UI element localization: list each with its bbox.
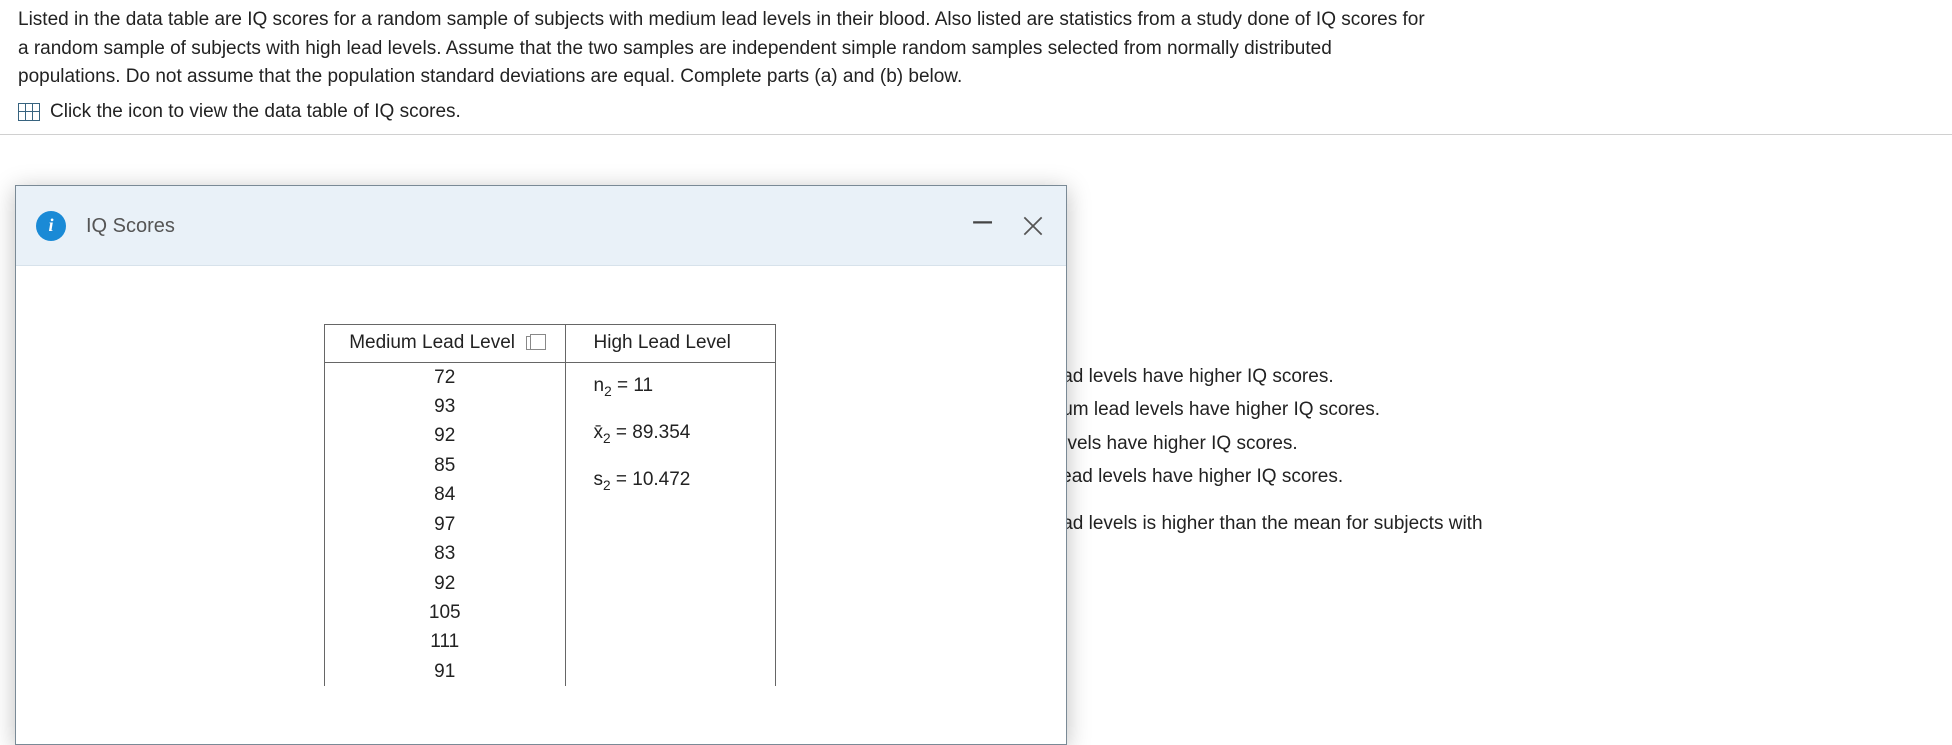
copy-icon[interactable] xyxy=(526,336,540,350)
table-icon[interactable] xyxy=(18,103,40,121)
medium-value: 105 xyxy=(347,598,543,627)
medium-value: 92 xyxy=(347,421,543,450)
medium-value: 72 xyxy=(347,363,543,392)
close-icon xyxy=(1020,213,1046,239)
medium-value: 85 xyxy=(347,451,543,480)
iq-scores-dialog: i IQ Scores – Medium Lead Level xyxy=(15,185,1067,745)
medium-value: 91 xyxy=(347,657,543,686)
col-header-high: High Lead Level xyxy=(565,325,775,362)
stat-n2: n2 = 11 xyxy=(594,363,754,410)
info-icon: i xyxy=(36,211,66,241)
intro-line-2: a random sample of subjects with high le… xyxy=(18,35,1934,64)
section-divider xyxy=(0,134,1952,135)
intro-line-3: populations. Do not assume that the popu… xyxy=(18,63,1934,92)
data-table-link-text[interactable]: Click the icon to view the data table of… xyxy=(50,98,461,127)
stat-s2: s2 = 10.472 xyxy=(594,457,754,504)
medium-values-cell: 72 93 92 85 84 97 83 92 105 111 91 xyxy=(325,362,565,686)
dialog-controls: – xyxy=(973,213,1046,239)
dialog-header: i IQ Scores – xyxy=(16,186,1066,266)
data-table-link-row[interactable]: Click the icon to view the data table of… xyxy=(0,96,1952,135)
medium-value: 111 xyxy=(347,627,543,656)
stat-xbar2: x̄2 = 89.354 xyxy=(594,410,754,457)
problem-statement: Listed in the data table are IQ scores f… xyxy=(0,0,1952,96)
medium-value: 93 xyxy=(347,392,543,421)
dialog-title: IQ Scores xyxy=(86,211,973,241)
medium-value: 92 xyxy=(347,569,543,598)
high-stats-cell: n2 = 11 x̄2 = 89.354 s2 = 10.472 xyxy=(565,362,775,686)
intro-line-1: Listed in the data table are IQ scores f… xyxy=(18,6,1934,35)
medium-value: 83 xyxy=(347,539,543,568)
col-header-medium-label: Medium Lead Level xyxy=(349,332,515,353)
dialog-body: Medium Lead Level High Lead Level 72 93 … xyxy=(16,266,1066,686)
col-header-medium: Medium Lead Level xyxy=(325,325,565,362)
iq-score-table: Medium Lead Level High Lead Level 72 93 … xyxy=(324,324,776,686)
close-button[interactable] xyxy=(1020,213,1046,239)
medium-value: 84 xyxy=(347,480,543,509)
medium-value: 97 xyxy=(347,510,543,539)
